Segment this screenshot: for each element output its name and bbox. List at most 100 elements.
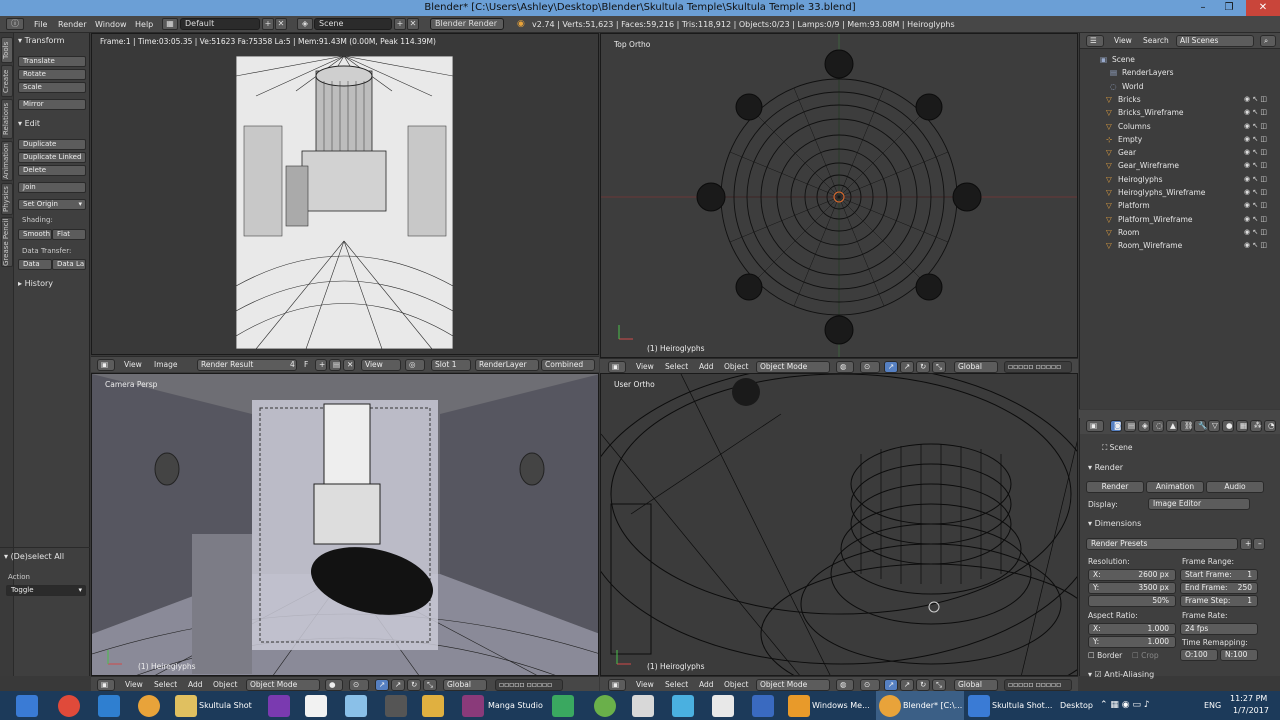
shading-select-icon[interactable]: ◍ (836, 361, 854, 373)
object-tab-icon[interactable]: ▲ (1166, 420, 1178, 432)
pivot-select-icon[interactable]: ⊙ (860, 361, 880, 373)
rotate-widget-icon[interactable]: ↻ (916, 361, 930, 373)
render-engine-select[interactable]: Blender Render (430, 18, 504, 30)
menu-view[interactable]: View (636, 361, 654, 373)
menu-select[interactable]: Select (665, 361, 688, 373)
menu-add[interactable]: Add (699, 679, 714, 691)
taskbar-item-windows-media[interactable]: Windows Me... (812, 691, 870, 720)
outliner-item[interactable]: ⊹ Empty ◉ ↖ ◫ (1080, 133, 1280, 146)
pivot-select-icon[interactable]: ⊙ (860, 679, 880, 691)
mode-select[interactable]: Object Mode (756, 361, 830, 373)
display-mode-select[interactable]: All Scenes (1176, 35, 1254, 47)
camera-persp-viewport[interactable]: Camera Persp (1) Heiroglyphs (91, 373, 599, 676)
tray-icons[interactable]: ⌃ ▦ ◉ ▭ ♪ (1100, 691, 1150, 720)
chrome-icon[interactable] (58, 695, 80, 717)
operator-panel-header[interactable]: ▾ (De)select All (4, 552, 64, 561)
transform-panel-header[interactable]: ▾ Transform (18, 36, 64, 45)
app-icon[interactable] (552, 695, 574, 717)
editor-type-icon[interactable]: ▣ (97, 679, 115, 691)
shading-select-icon[interactable]: ● (325, 679, 343, 691)
end-frame-field[interactable]: End Frame: 250 (1180, 582, 1258, 594)
blender-taskbar-icon[interactable] (879, 695, 901, 717)
editor-type-icon[interactable]: ▣ (608, 361, 626, 373)
layers-tab-icon[interactable]: ▤ (1124, 420, 1136, 432)
app-icon[interactable] (345, 695, 367, 717)
visibility-toggles-icon[interactable]: ◉ ↖ ◫ (1244, 93, 1267, 106)
app-icon[interactable] (594, 695, 616, 717)
menu-help[interactable]: Help (135, 16, 153, 33)
visibility-toggles-icon[interactable]: ◉ ↖ ◫ (1244, 173, 1267, 186)
menu-file[interactable]: File (34, 16, 47, 33)
layer-buttons[interactable]: ▫▫▫▫▫ ▫▫▫▫▫ (1004, 361, 1072, 373)
visibility-toggles-icon[interactable]: ◉ ↖ ◫ (1244, 239, 1267, 252)
audio-button[interactable]: Audio (1206, 481, 1264, 493)
app-icon[interactable] (672, 695, 694, 717)
translate-widget-icon[interactable]: ↗ (900, 679, 914, 691)
resolution-percentage-field[interactable]: 50% (1088, 595, 1176, 607)
history-panel-header[interactable]: ▸ History (18, 279, 53, 288)
outliner-item[interactable]: ▽ Room ◉ ↖ ◫ (1080, 226, 1280, 239)
remap-old-field[interactable]: O:100 (1180, 649, 1218, 661)
add-layout-icon[interactable]: + (262, 18, 274, 30)
menu-render[interactable]: Render (58, 16, 86, 33)
scale-button[interactable]: Scale (18, 82, 86, 93)
action-select[interactable]: Toggle ▾ (6, 585, 86, 596)
tab-tools[interactable]: Tools (1, 37, 13, 63)
clock-time[interactable]: 11:27 PM (1230, 694, 1267, 703)
outliner-item[interactable]: ▽ Gear_Wireframe ◉ ↖ ◫ (1080, 159, 1280, 172)
world-tab-icon[interactable]: ◌ (1152, 420, 1164, 432)
outliner-item[interactable]: ▽ Bricks ◉ ↖ ◫ (1080, 93, 1280, 106)
menu-window[interactable]: Window (95, 16, 127, 33)
tab-physics[interactable]: Physics (1, 183, 13, 215)
outliner-item[interactable]: ▽ Heiroglyphs_Wireframe ◉ ↖ ◫ (1080, 186, 1280, 199)
tab-animation[interactable]: Animation (1, 141, 13, 181)
visibility-toggles-icon[interactable]: ◉ ↖ ◫ (1244, 146, 1267, 159)
render-layer-select[interactable]: RenderLayer (475, 359, 539, 371)
remap-new-field[interactable]: N:100 (1220, 649, 1258, 661)
rotate-widget-icon[interactable]: ↻ (407, 679, 421, 691)
texture-tab-icon[interactable]: ▦ (1236, 420, 1248, 432)
orientation-select[interactable]: Global (954, 679, 998, 691)
mirror-button[interactable]: Mirror (18, 99, 86, 110)
join-button[interactable]: Join (18, 182, 86, 193)
menu-object[interactable]: Object (724, 361, 748, 373)
edit-panel-header[interactable]: ▾ Edit (18, 119, 40, 128)
app-icon[interactable] (712, 695, 734, 717)
minimize-button[interactable]: – (1190, 0, 1216, 16)
orientation-select[interactable]: Global (954, 361, 998, 373)
resolution-y-field[interactable]: Y: 3500 px (1088, 582, 1176, 594)
outliner-item[interactable]: ▽ Bricks_Wireframe ◉ ↖ ◫ (1080, 106, 1280, 119)
remove-preset-icon[interactable]: – (1253, 538, 1265, 550)
search-icon[interactable]: ⌕ (1260, 35, 1276, 47)
editor-type-icon[interactable]: ▣ (1086, 420, 1104, 432)
blender-taskbar-icon[interactable] (138, 695, 160, 717)
close-button[interactable]: ✕ (1246, 0, 1280, 16)
maximize-button[interactable]: ❐ (1216, 0, 1242, 16)
menu-view[interactable]: View (1114, 35, 1132, 47)
image-browse-field[interactable]: Render Result (197, 359, 297, 371)
delete-button[interactable]: Delete (18, 165, 86, 176)
menu-select[interactable]: Select (154, 679, 177, 691)
render-panel-header[interactable]: ▾ Render (1088, 463, 1123, 472)
menu-view[interactable]: View (125, 679, 143, 691)
scale-widget-icon[interactable]: ⤡ (932, 679, 946, 691)
tab-relations[interactable]: Relations (1, 99, 13, 139)
render-pass-select[interactable]: Combined (541, 359, 595, 371)
translate-widget-icon[interactable]: ↗ (900, 361, 914, 373)
tab-create[interactable]: Create (1, 65, 13, 97)
set-origin-button[interactable]: Set Origin ▾ (18, 199, 86, 210)
data-layers-button[interactable]: Data La (52, 259, 86, 270)
render-button[interactable]: Render (1086, 481, 1144, 493)
render-tab-icon[interactable]: ◙ (1110, 420, 1122, 432)
outliner-item[interactable]: ▽ Room_Wireframe ◉ ↖ ◫ (1080, 239, 1280, 252)
scene-icon[interactable]: ◈ (297, 18, 313, 30)
menu-object[interactable]: Object (213, 679, 237, 691)
menu-search[interactable]: Search (1143, 35, 1169, 47)
taskbar-item-blender[interactable]: Blender* [C:\... (903, 691, 962, 720)
fake-user-toggle[interactable]: F (304, 359, 308, 371)
scale-widget-icon[interactable]: ⤡ (423, 679, 437, 691)
clock-date[interactable]: 1/7/2017 (1233, 706, 1269, 715)
visibility-toggles-icon[interactable]: ◉ ↖ ◫ (1244, 226, 1267, 239)
manipulator-toggle-icon[interactable]: ↗ (375, 679, 389, 691)
paint-app-icon[interactable] (268, 695, 290, 717)
